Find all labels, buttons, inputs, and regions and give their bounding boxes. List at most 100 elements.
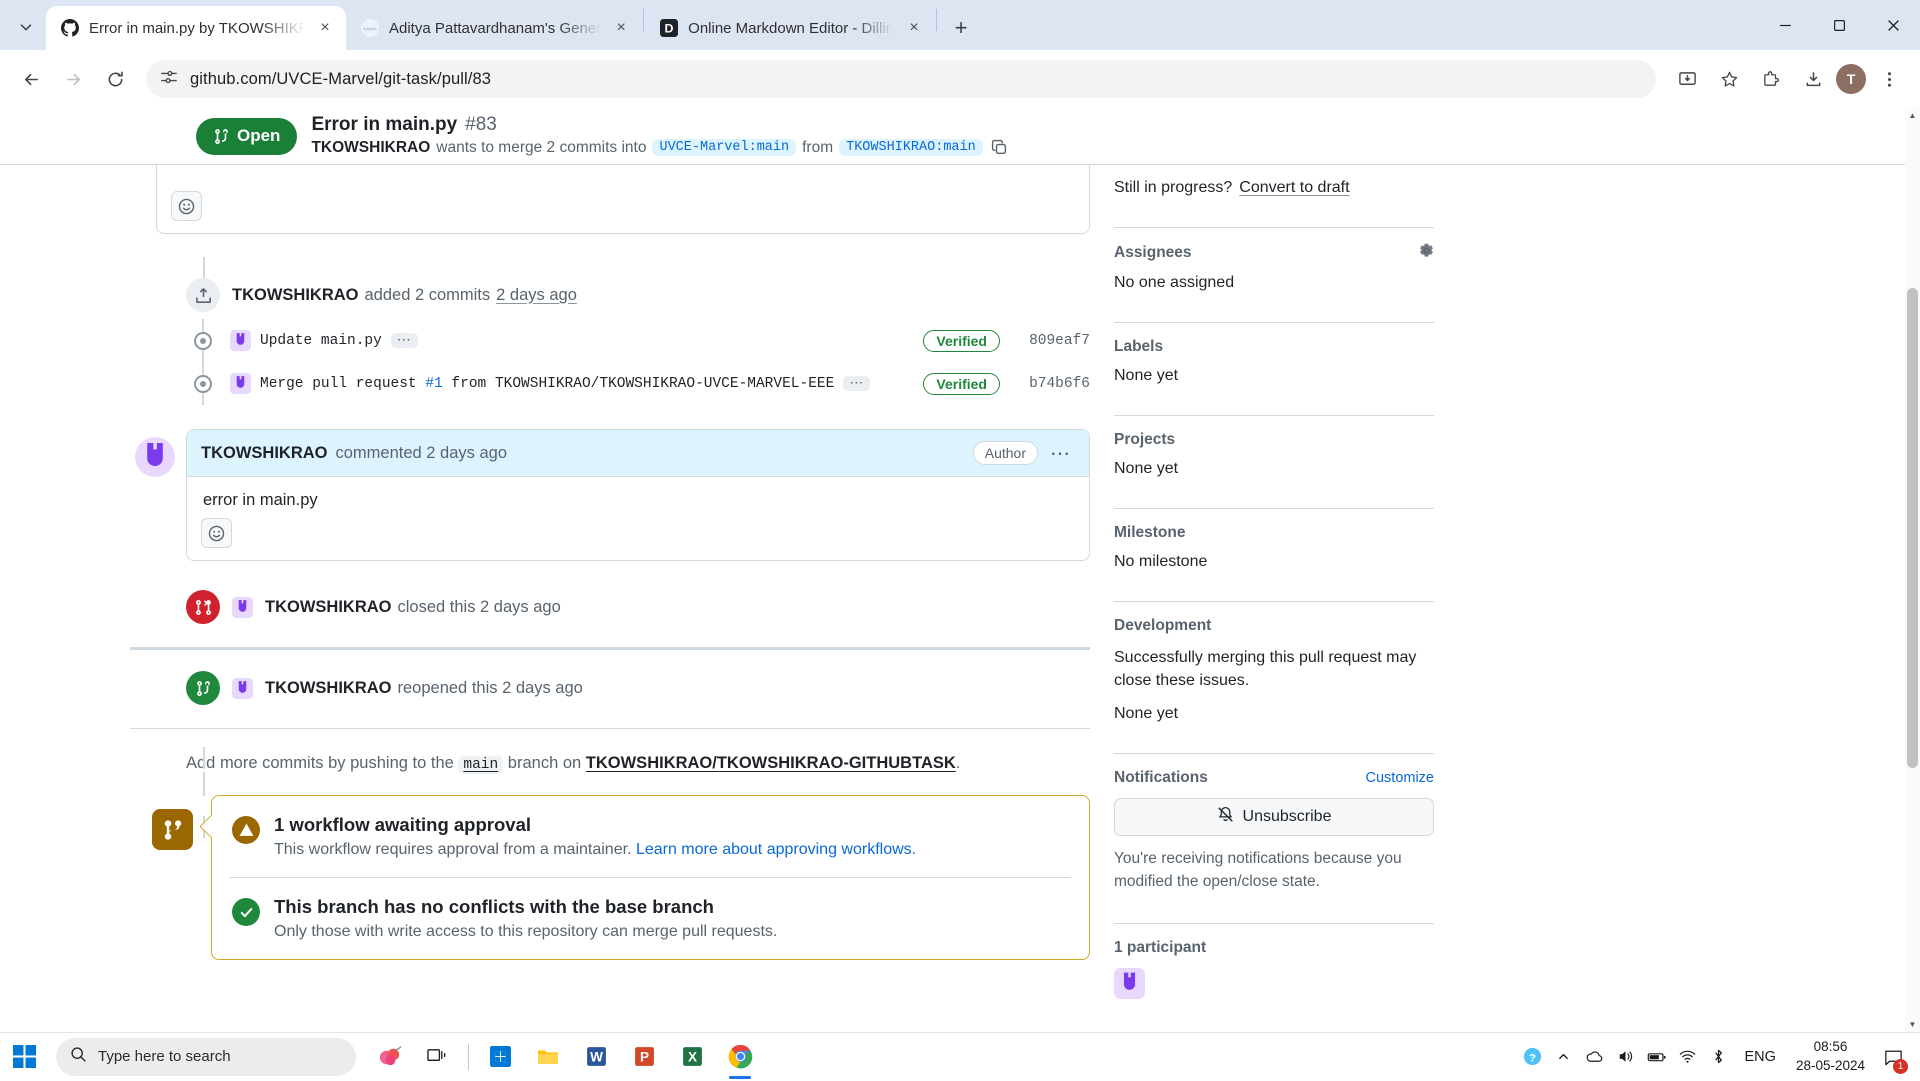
explorer-icon[interactable] — [525, 1034, 571, 1080]
svg-text:?: ? — [1529, 1052, 1536, 1064]
show-hidden-icons-chevron-icon[interactable] — [1550, 1040, 1578, 1074]
start-button[interactable] — [0, 1033, 48, 1081]
avatar[interactable] — [1114, 984, 1145, 1003]
comment-card: TKOWSHIKRAO commented 2 days ago Author … — [186, 429, 1090, 561]
development-value: None yet — [1114, 705, 1434, 723]
development-heading[interactable]: Development — [1114, 617, 1434, 635]
add-reaction-icon[interactable] — [171, 191, 202, 221]
avatar[interactable] — [232, 678, 253, 699]
milestone-label: Milestone — [1114, 524, 1185, 542]
excel-icon[interactable]: X — [669, 1034, 715, 1080]
cortana-icon[interactable] — [366, 1034, 412, 1080]
event-author[interactable]: TKOWSHIKRAO — [232, 286, 359, 305]
commit-message[interactable]: Update main.py — [260, 333, 382, 349]
assignees-heading[interactable]: Assignees — [1114, 243, 1434, 263]
top-comment-clip — [130, 165, 1090, 257]
customize-link[interactable]: Customize — [1366, 770, 1435, 786]
add-reaction-icon[interactable] — [201, 518, 232, 548]
browser-tab-2[interactable]: D Online Markdown Editor - Dillin × — [645, 6, 935, 50]
verified-badge[interactable]: Verified — [923, 373, 1000, 395]
conflicts-text: This branch has no conflicts with the ba… — [274, 896, 777, 941]
minimize-button[interactable] — [1758, 0, 1812, 50]
sidebar-reviewers: Still in progress? Convert to draft — [1114, 179, 1434, 212]
store-icon[interactable] — [477, 1034, 523, 1080]
pr-base-branch[interactable]: UVCE-Marvel:main — [652, 139, 796, 156]
scrollbar-thumb[interactable] — [1907, 288, 1918, 768]
pr-title: Error in main.py — [311, 114, 457, 136]
commit-message[interactable]: Merge pull request #1 from TKOWSHIKRAO/T… — [260, 376, 834, 392]
copy-icon[interactable] — [989, 137, 1011, 159]
avatar[interactable] — [135, 437, 175, 482]
tab-search-chevron-icon[interactable] — [6, 7, 46, 47]
notifications-icon[interactable]: 1 — [1876, 1038, 1910, 1076]
maximize-button[interactable] — [1812, 0, 1866, 50]
bluetooth-icon[interactable] — [1705, 1040, 1733, 1074]
chrome-menu-icon[interactable] — [1870, 60, 1908, 98]
scroll-up-arrow-icon[interactable]: ▲ — [1905, 108, 1920, 123]
verified-badge[interactable]: Verified — [923, 330, 1000, 352]
browser-tab-1[interactable]: Aditya Pattavardhanam's Gener × — [346, 6, 642, 50]
forward-button[interactable] — [54, 60, 92, 98]
vertical-scrollbar[interactable]: ▲ ▼ — [1905, 108, 1920, 1032]
projects-heading[interactable]: Projects — [1114, 431, 1434, 449]
close-window-button[interactable] — [1866, 0, 1920, 50]
comment-header: TKOWSHIKRAO commented 2 days ago Author … — [187, 430, 1089, 477]
pr-closed-icon — [186, 590, 220, 624]
clock[interactable]: 08:56 28-05-2024 — [1788, 1038, 1873, 1074]
close-tab-icon[interactable]: × — [903, 17, 925, 39]
commit-sha[interactable]: 809eaf7 — [1000, 333, 1090, 349]
downloads-icon[interactable] — [1794, 60, 1832, 98]
new-tab-button[interactable]: + — [944, 11, 978, 45]
scroll-down-arrow-icon[interactable]: ▼ — [1905, 1017, 1920, 1032]
labels-heading[interactable]: Labels — [1114, 338, 1434, 356]
labels-label: Labels — [1114, 338, 1163, 356]
extensions-icon[interactable] — [1752, 60, 1790, 98]
event-time[interactable]: 2 days ago — [496, 286, 577, 305]
language-indicator[interactable]: ENG — [1736, 1049, 1785, 1065]
gear-icon[interactable] — [1419, 243, 1434, 263]
comment-menu-icon[interactable]: ⋯ — [1046, 441, 1075, 466]
commit-pr-link[interactable]: #1 — [425, 376, 442, 392]
commit-sha[interactable]: b74b6f6 — [1000, 376, 1090, 392]
timeline-event-text: TKOWSHIKRAO added 2 commits 2 days ago — [232, 286, 577, 305]
page-viewport: Open Error in main.py #83 TKOWSHIKRAO wa… — [0, 108, 1920, 1032]
taskbar-search-box[interactable]: Type here to search — [56, 1038, 356, 1076]
event-author[interactable]: TKOWSHIKRAO — [265, 598, 392, 617]
install-app-icon[interactable] — [1668, 60, 1706, 98]
back-button[interactable] — [12, 60, 50, 98]
close-tab-icon[interactable]: × — [314, 17, 336, 39]
chrome-icon[interactable] — [717, 1034, 763, 1080]
avatar[interactable] — [232, 597, 253, 618]
commit-expand-icon[interactable]: ⋯ — [843, 376, 870, 391]
reload-button[interactable] — [96, 60, 134, 98]
taskbar-app-icons: W P X — [366, 1034, 763, 1080]
powerpoint-icon[interactable]: P — [621, 1034, 667, 1080]
close-tab-icon[interactable]: × — [610, 17, 632, 39]
site-settings-icon[interactable] — [160, 68, 178, 91]
word-icon[interactable]: W — [573, 1034, 619, 1080]
profile-avatar[interactable]: T — [1836, 64, 1866, 94]
milestone-heading[interactable]: Milestone — [1114, 524, 1434, 542]
address-bar[interactable]: github.com/UVCE-Marvel/git-task/pull/83 — [146, 60, 1656, 98]
convert-to-draft-link[interactable]: Convert to draft — [1239, 179, 1349, 197]
approving-workflows-link[interactable]: Learn more about approving workflows. — [636, 841, 916, 858]
bookmark-star-icon[interactable] — [1710, 60, 1748, 98]
sidebar-participants: 1 participant — [1114, 939, 1434, 1019]
volume-icon[interactable] — [1612, 1040, 1640, 1074]
taskview-icon[interactable] — [414, 1034, 460, 1080]
wifi-icon[interactable] — [1674, 1040, 1702, 1074]
repo-link[interactable]: TKOWSHIKRAO/TKOWSHIKRAO-GITHUBTASK — [586, 754, 956, 772]
battery-icon[interactable] — [1643, 1040, 1671, 1074]
commit-expand-icon[interactable]: ⋯ — [391, 333, 418, 348]
github-icon — [60, 18, 80, 38]
tab-separator — [936, 9, 937, 31]
pr-author[interactable]: TKOWSHIKRAO — [311, 139, 430, 157]
onedrive-icon[interactable] — [1581, 1040, 1609, 1074]
pr-head-branch[interactable]: TKOWSHIKRAO:main — [839, 139, 983, 156]
unsubscribe-button[interactable]: Unsubscribe — [1114, 798, 1434, 836]
help-icon[interactable]: ? — [1519, 1040, 1547, 1074]
svg-text:P: P — [639, 1050, 648, 1065]
comment-author[interactable]: TKOWSHIKRAO — [201, 444, 328, 463]
browser-tab-0[interactable]: Error in main.py by TKOWSHIKRAO × — [46, 6, 346, 50]
event-author[interactable]: TKOWSHIKRAO — [265, 679, 392, 698]
